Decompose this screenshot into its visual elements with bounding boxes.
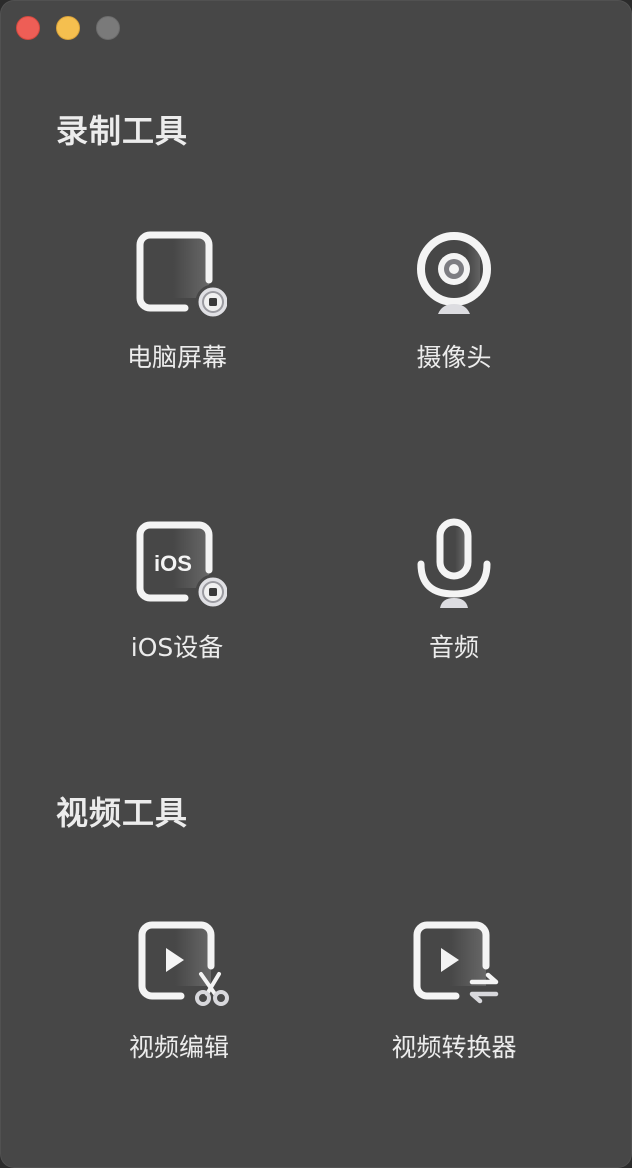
tool-label: 电脑屏幕 [126,343,227,372]
close-window-button[interactable] [16,16,40,40]
ios-device-record-icon: iOS [127,512,227,612]
section-title-video: 视频工具 [56,794,189,832]
section-title-record: 录制工具 [56,112,189,150]
tool-video-edit[interactable]: 视频编辑 [79,912,279,1082]
window-controls [16,16,120,40]
microphone-icon [404,512,504,612]
screen-record-icon [127,222,227,322]
tool-screen-record[interactable]: 电脑屏幕 [77,222,277,392]
tool-label: 视频转换器 [391,1033,517,1062]
tool-audio-record[interactable]: 音频 [354,512,554,682]
tool-video-convert[interactable]: 视频转换器 [354,912,554,1082]
video-edit-icon [129,912,229,1012]
webcam-icon [404,222,504,322]
tool-label: 摄像头 [416,343,492,372]
tool-label: 音频 [428,633,479,662]
tool-label: iOS设备 [130,633,224,662]
tool-ios-record[interactable]: iOS iOS设备 [77,512,277,682]
app-window: 录制工具 电脑屏幕 摄像头 iOS iOS设备 音频 视频工具 视频编辑 视频转… [0,0,632,1168]
minimize-window-button[interactable] [56,16,80,40]
ios-icon-text: iOS [154,551,192,576]
tool-label: 视频编辑 [128,1033,229,1062]
tool-webcam[interactable]: 摄像头 [354,222,554,392]
video-convert-icon [404,912,504,1012]
zoom-window-button[interactable] [96,16,120,40]
